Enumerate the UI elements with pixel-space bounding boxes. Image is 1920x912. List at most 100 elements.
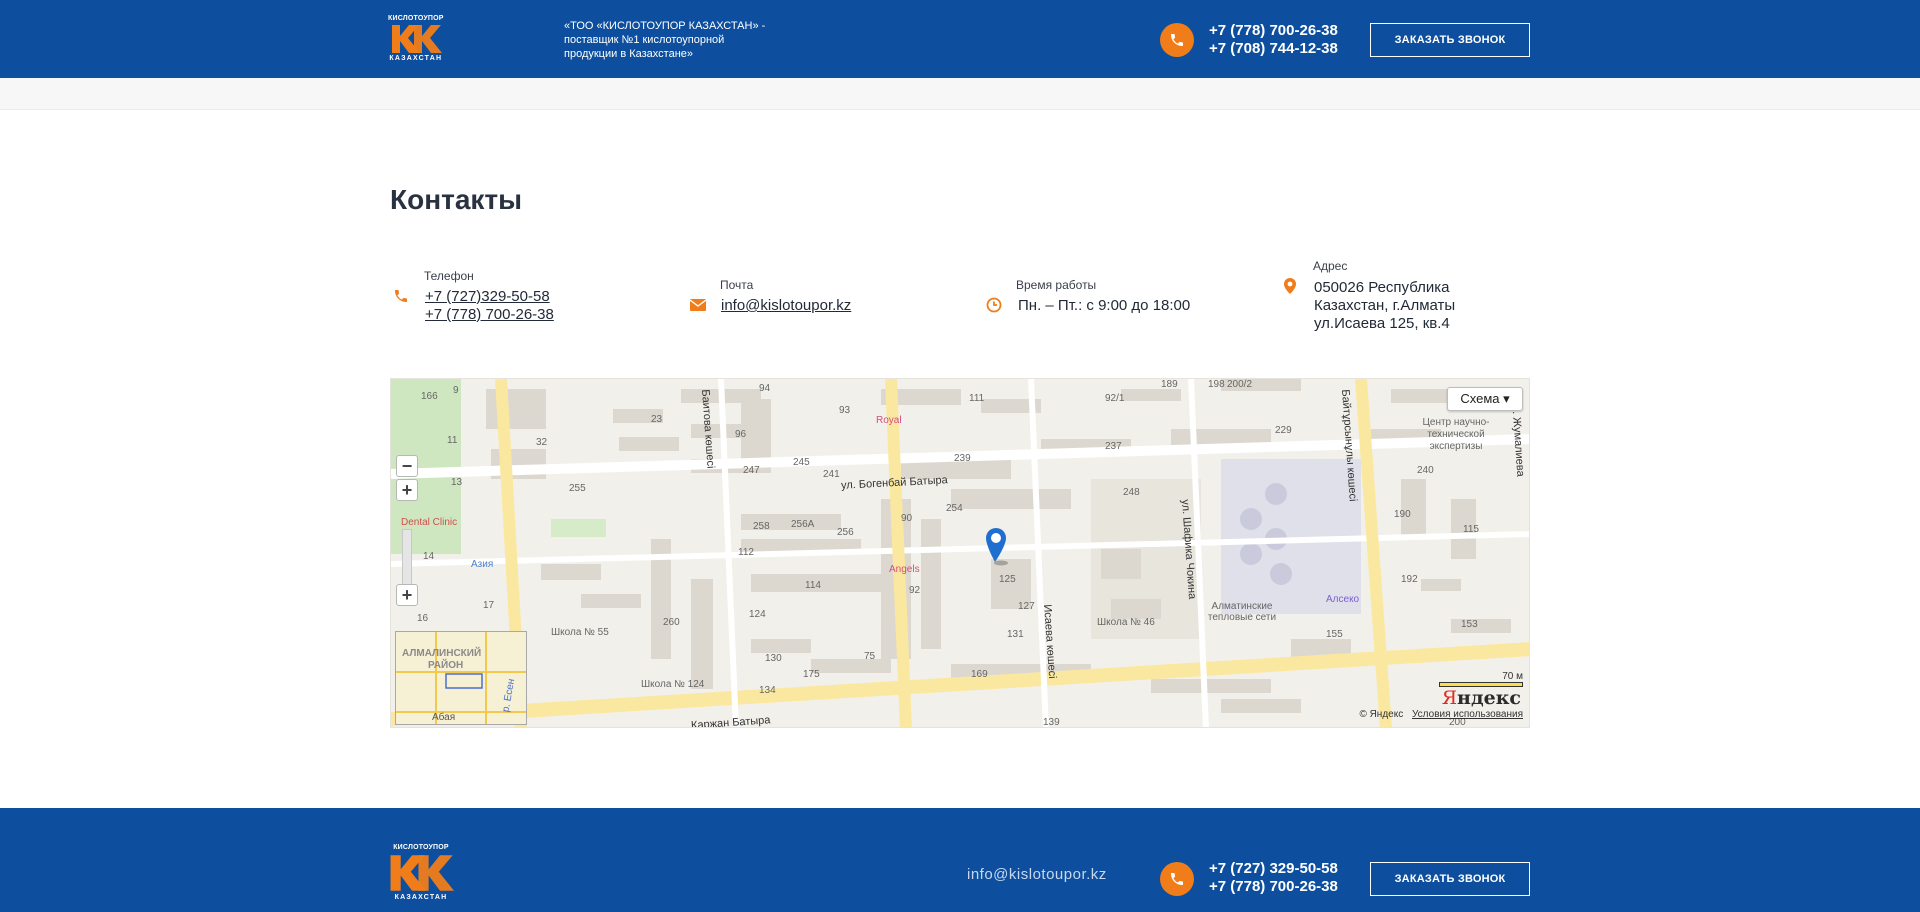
header-logo[interactable]: КИСЛОТОУПОР КАЗАХСТАН [388,15,444,63]
location-pin-icon [1281,277,1299,295]
yandex-map[interactable]: ул. Богенбай Батыра ул. Шафика Чокина Ис… [390,378,1530,728]
map-marker-icon[interactable] [984,527,1012,572]
building-number: 175 [803,669,820,680]
zoom-in-button[interactable]: + [396,479,418,501]
overview-minimap[interactable]: АЛМАЛИНСКИЙ РАЙОН Абая р. Есен [395,631,527,725]
building-number: 90 [901,513,913,524]
yandex-logo-letter: Я [1441,687,1458,709]
building-number: 92 [909,585,921,596]
zoom-slider[interactable] [402,529,412,589]
yandex-logo[interactable]: Яндекс [1442,687,1521,709]
logo-bottom-text: КАЗАХСТАН [394,894,448,901]
place-label[interactable]: Азия [471,559,493,570]
email-label: Почта [720,278,754,292]
building-number: 260 [663,617,680,628]
place-label[interactable]: Royal [876,415,902,426]
building-number: 75 [864,651,876,662]
building-number: 94 [759,383,771,394]
footer: КИСЛОТОУПОР КАЗАХСТАН [0,808,1920,912]
building-number: 134 [759,685,776,696]
logo-top-text: КИСЛОТОУПОР [388,15,444,22]
building-number: 256А [791,519,815,530]
address-line-3: ул.Исаева 125, кв.4 [1314,315,1450,332]
phone-icon [392,287,410,305]
scale-label: 70 м [1502,671,1523,682]
building-number: 240 [1417,465,1434,476]
building-number: 241 [823,469,840,480]
building-number: 248 [1123,487,1140,498]
clock-icon [985,296,1003,314]
building-number: 256 [837,527,854,538]
building-number: 247 [743,465,760,476]
building-number: 190 [1394,509,1411,520]
building-number: 239 [954,453,971,464]
building-number: 237 [1105,441,1122,452]
ruler-button[interactable]: + [396,584,418,606]
building-number: 17 [483,600,495,611]
place-label[interactable]: Angels [889,564,920,575]
logo-bottom-text: КАЗАХСТАН [389,55,443,62]
phone-icon[interactable] [1160,23,1194,57]
place-label[interactable]: Алматинские тепловые сети [1197,601,1287,623]
building-number: 11 [447,435,458,446]
footer-phones: +7 (727) 329-50-58 +7 (778) 700-26-38 [1209,860,1338,896]
hours-value: Пн. – Пт.: с 9:00 до 18:00 [1018,297,1191,314]
footer-callback-button[interactable]: ЗАКАЗАТЬ ЗВОНОК [1370,862,1530,896]
building-number: 254 [946,503,963,514]
map-scale: 70 м [1439,671,1523,687]
place-label[interactable]: Dental Clinic [401,517,457,528]
building-number: 96 [735,429,747,440]
building-number: 131 [1007,629,1024,640]
building-number: 153 [1461,619,1478,630]
building-number: 139 [1043,717,1060,728]
place-label[interactable]: Школа № 55 [551,627,609,638]
header-phones: +7 (778) 700-26-38 +7 (708) 744-12-38 [1209,22,1338,58]
phone-label: Телефон [424,269,474,283]
building-number: 125 [999,574,1016,585]
place-label[interactable]: Алсеко [1326,594,1359,605]
footer-phone-2[interactable]: +7 (778) 700-26-38 [1209,878,1338,896]
address-label: Адрес [1313,259,1348,273]
footer-email-link[interactable]: info@kislotoupor.kz [967,866,1107,883]
place-label[interactable]: Центр научно-технической экспертизы [1411,417,1501,453]
place-label[interactable]: Школа № 46 [1097,617,1155,628]
building-number: 229 [1275,425,1292,436]
phone-link-1[interactable]: +7 (727)329-50-58 [425,288,554,306]
logo-kk-mark [390,855,454,891]
building-number: 130 [765,653,782,664]
building-number: 169 [971,669,988,680]
callback-button[interactable]: ЗАКАЗАТЬ ЗВОНОК [1370,23,1530,57]
email-value: info@kislotoupor.kz [721,297,851,315]
building-number: 255 [569,483,586,494]
logo-kk-mark [391,25,442,53]
map-tiles [391,379,1529,727]
minimap-label: АЛМАЛИНСКИЙ [402,648,482,659]
building-number: 200/2 [1227,379,1253,390]
place-label[interactable]: Школа № 124 [641,679,704,690]
address-line-2: Казахстан, г.Алматы [1314,297,1456,314]
terms-link[interactable]: Условия использования [1412,709,1523,720]
building-number: 111 [969,393,985,404]
address-value: 050026 Республика Казахстан, г.Алматы ул… [1314,279,1455,333]
building-number: 192 [1401,574,1418,585]
footer-logo[interactable]: КИСЛОТОУПОР КАЗАХСТАН [388,844,454,902]
email-link[interactable]: info@kislotoupor.kz [721,297,851,315]
building-number: 23 [651,414,663,425]
phone-link-2[interactable]: +7 (778) 700-26-38 [425,306,554,324]
building-number: 32 [536,437,548,448]
footer-phone-1[interactable]: +7 (727) 329-50-58 [1209,860,1338,878]
building-number: 198 [1208,379,1225,390]
header-phone-2[interactable]: +7 (708) 744-12-38 [1209,40,1338,58]
envelope-icon [689,296,707,314]
map-type-select[interactable]: Схема ▾ [1447,387,1523,411]
logo-top-text: КИСЛОТОУПОР [393,844,449,851]
building-number: 127 [1018,601,1035,612]
zoom-out-button[interactable]: − [396,455,418,477]
building-number: 9 [453,385,459,396]
minimap-label: РАЙОН [428,660,464,671]
building-number: 112 [738,547,754,558]
header-phone-1[interactable]: +7 (778) 700-26-38 [1209,22,1338,40]
header-tagline: «ТОО «КИСЛОТОУПОР КАЗАХСТАН» - поставщик… [564,20,766,60]
phone-icon[interactable] [1160,862,1194,896]
page-title: Контакты [390,184,523,215]
